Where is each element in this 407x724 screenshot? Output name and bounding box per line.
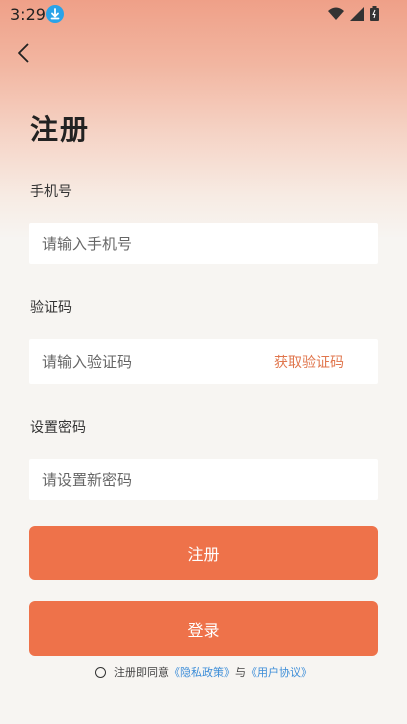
agreement-and: 与: [235, 666, 246, 679]
wifi-icon: [328, 6, 344, 25]
status-bar: 3:29: [0, 0, 407, 30]
agreement-row: 注册即同意 《隐私政策》 与 《用户协议》: [0, 664, 407, 680]
page-title: 注册: [30, 113, 91, 146]
login-button[interactable]: 登录: [29, 601, 378, 656]
code-input[interactable]: [42, 339, 262, 384]
password-field-container: [29, 459, 378, 500]
phone-label: 手机号: [30, 184, 72, 200]
status-time: 3:29: [10, 5, 46, 24]
user-agreement-link[interactable]: 《用户协议》: [246, 664, 312, 680]
phone-field-container: [29, 223, 378, 264]
agreement-prefix: 注册即同意: [114, 666, 169, 679]
download-badge-icon: [46, 5, 64, 23]
battery-icon: [370, 6, 379, 25]
register-button[interactable]: 注册: [29, 526, 378, 580]
get-code-button[interactable]: 获取验证码: [274, 339, 344, 384]
phone-input[interactable]: [42, 223, 262, 264]
back-arrow-icon[interactable]: [16, 42, 36, 66]
privacy-policy-link[interactable]: 《隐私政策》: [169, 664, 235, 680]
password-label: 设置密码: [30, 420, 86, 436]
code-label: 验证码: [30, 300, 72, 316]
password-input[interactable]: [42, 459, 262, 500]
code-field-container: 获取验证码: [29, 339, 378, 384]
signal-icon: [350, 6, 364, 25]
agree-radio[interactable]: [95, 666, 106, 678]
